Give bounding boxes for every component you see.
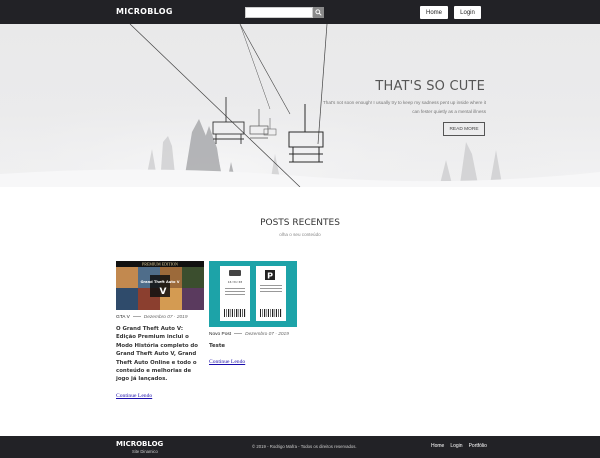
footer-link-portfolio[interactable]: Portfólio (469, 443, 487, 449)
footer-copyright: © 2019 - Rodrigo Mafra - Todos os direit… (252, 444, 357, 449)
read-more-button[interactable]: READ MORE (443, 122, 485, 136)
post-category[interactable]: GTA V (116, 315, 130, 320)
hero-text: That's not soon enough! I usually try to… (322, 100, 486, 114)
post-title[interactable]: Teste (209, 342, 297, 350)
hero-title: THAT'S SO CUTE (375, 79, 485, 94)
post-category[interactable]: Novo Post (209, 332, 231, 337)
section-subtitle: olha o seu conteúdo (279, 232, 321, 237)
post-meta: GTA V Dezembro 07 · 2019 (116, 315, 204, 320)
continue-reading-link[interactable]: Continue Lendo (116, 393, 152, 399)
meta-separator (132, 316, 141, 318)
post-thumbnail[interactable]: 16:31:03 P (209, 261, 297, 327)
search-icon (315, 9, 322, 16)
nav-home-button[interactable]: Home (420, 6, 448, 19)
nav-login-button[interactable]: Login (454, 6, 481, 19)
ticket-time: 16:31:03 (228, 280, 243, 284)
ticket-image: 16:31:03 P (209, 261, 297, 327)
section-title: POSTS RECENTES (260, 218, 340, 228)
footer-link-login[interactable]: Login (450, 443, 462, 449)
search-input[interactable] (245, 7, 313, 18)
post-meta: Novo Post Dezembro 07 · 2019 (209, 332, 297, 337)
post-title[interactable]: O Grand Theft Auto V: Edição Premium inc… (116, 325, 204, 384)
post-date: Dezembro 07 · 2019 (245, 332, 289, 337)
footer-nav: Home Login Portfólio (431, 443, 487, 449)
cover-banner-text: PREMIUM EDITION (142, 262, 178, 267)
site-logo[interactable]: MICROBLOG (116, 7, 173, 16)
hero-background-image (0, 24, 600, 187)
hero-banner: THAT'S SO CUTE That's not soon enough! I… (0, 24, 600, 187)
footer-link-home[interactable]: Home (431, 443, 444, 449)
search-button[interactable] (313, 7, 324, 18)
footer: MICROBLOG Site Dinamico © 2019 - Rodrigo… (0, 436, 600, 458)
top-navbar: MICROBLOG Home Login (0, 0, 600, 24)
parking-icon: P (267, 272, 273, 281)
meta-separator (234, 333, 243, 335)
continue-reading-link[interactable]: Continue Lendo (209, 359, 245, 365)
footer-subtitle: Site Dinamico (132, 449, 158, 454)
cover-logo-text: Grand Theft Auto V (140, 280, 179, 284)
post-card: PREMIUM EDITION Grand Theft Auto V V GTA… (116, 261, 204, 402)
game-cover-image: PREMIUM EDITION Grand Theft Auto V V (116, 261, 204, 310)
post-card: 16:31:03 P Novo Post Dezembro 07 · 2019 T… (209, 261, 297, 368)
cover-v-mark: V (160, 287, 167, 297)
footer-logo[interactable]: MICROBLOG (116, 440, 163, 448)
post-thumbnail[interactable]: PREMIUM EDITION Grand Theft Auto V V (116, 261, 204, 310)
post-date: Dezembro 07 · 2019 (143, 315, 188, 320)
